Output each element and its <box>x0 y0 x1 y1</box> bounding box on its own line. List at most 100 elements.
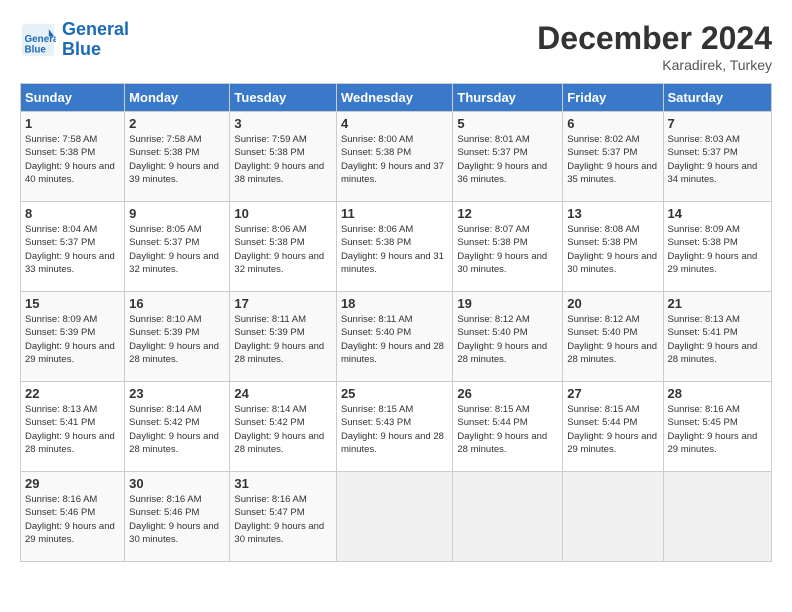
calendar-day-cell: 25Sunrise: 8:15 AMSunset: 5:43 PMDayligh… <box>336 382 452 472</box>
day-info: Sunrise: 8:02 AMSunset: 5:37 PMDaylight:… <box>567 133 658 186</box>
calendar-week-row: 8 Sunrise: 8:04 AMSunset: 5:37 PMDaylight… <box>21 202 772 292</box>
day-info: Sunrise: 8:11 AMSunset: 5:39 PMDaylight:… <box>234 313 332 366</box>
weekday-header-cell: Tuesday <box>230 84 337 112</box>
calendar-day-cell: 3 Sunrise: 7:59 AMSunset: 5:38 PMDaylight… <box>230 112 337 202</box>
calendar-day-cell: 14 Sunrise: 8:09 AMSunset: 5:38 PMDayligh… <box>663 202 771 292</box>
day-info: Sunrise: 8:05 AMSunset: 5:37 PMDaylight:… <box>129 223 225 276</box>
calendar-day-cell: 30 Sunrise: 8:16 AMSunset: 5:46 PMDayligh… <box>125 472 230 562</box>
day-info: Sunrise: 8:03 AMSunset: 5:37 PMDaylight:… <box>668 133 767 186</box>
weekday-header-row: SundayMondayTuesdayWednesdayThursdayFrid… <box>21 84 772 112</box>
calendar-day-cell: 23 Sunrise: 8:14 AMSunset: 5:42 PMDayligh… <box>125 382 230 472</box>
calendar-day-cell: 27 Sunrise: 8:15 AMSunset: 5:44 PMDayligh… <box>563 382 663 472</box>
logo-icon: General Blue <box>20 22 56 58</box>
day-info: Sunrise: 8:16 AMSunset: 5:47 PMDaylight:… <box>234 493 332 546</box>
day-number: 8 <box>25 206 120 221</box>
day-info: Sunrise: 7:58 AMSunset: 5:38 PMDaylight:… <box>129 133 225 186</box>
day-number: 22 <box>25 386 120 401</box>
day-info: Sunrise: 8:04 AMSunset: 5:37 PMDaylight:… <box>25 223 120 276</box>
day-number: 9 <box>129 206 225 221</box>
day-number: 21 <box>668 296 767 311</box>
day-number: 23 <box>129 386 225 401</box>
calendar-day-cell: 22 Sunrise: 8:13 AMSunset: 5:41 PMDayligh… <box>21 382 125 472</box>
day-number: 17 <box>234 296 332 311</box>
calendar-week-row: 1 Sunrise: 7:58 AMSunset: 5:38 PMDaylight… <box>21 112 772 202</box>
calendar-day-cell: 7 Sunrise: 8:03 AMSunset: 5:37 PMDaylight… <box>663 112 771 202</box>
day-number: 30 <box>129 476 225 491</box>
calendar-day-cell: 18 Sunrise: 8:11 AMSunset: 5:40 PMDayligh… <box>336 292 452 382</box>
day-number: 3 <box>234 116 332 131</box>
day-info: Sunrise: 8:11 AMSunset: 5:40 PMDaylight:… <box>341 313 448 366</box>
calendar-day-cell <box>336 472 452 562</box>
day-info: Sunrise: 8:16 AMSunset: 5:46 PMDaylight:… <box>25 493 120 546</box>
day-number: 20 <box>567 296 658 311</box>
day-info: Sunrise: 8:08 AMSunset: 5:38 PMDaylight:… <box>567 223 658 276</box>
day-info: Sunrise: 8:09 AMSunset: 5:38 PMDaylight:… <box>668 223 767 276</box>
calendar-day-cell: 26Sunrise: 8:15 AMSunset: 5:44 PMDayligh… <box>453 382 563 472</box>
day-number: 2 <box>129 116 225 131</box>
day-info: Sunrise: 8:16 AMSunset: 5:46 PMDaylight:… <box>129 493 225 546</box>
day-number: 14 <box>668 206 767 221</box>
calendar-week-row: 29 Sunrise: 8:16 AMSunset: 5:46 PMDayligh… <box>21 472 772 562</box>
day-number: 31 <box>234 476 332 491</box>
calendar-table: SundayMondayTuesdayWednesdayThursdayFrid… <box>20 83 772 562</box>
calendar-day-cell: 2 Sunrise: 7:58 AMSunset: 5:38 PMDaylight… <box>125 112 230 202</box>
calendar-day-cell: 9 Sunrise: 8:05 AMSunset: 5:37 PMDaylight… <box>125 202 230 292</box>
calendar-week-row: 15 Sunrise: 8:09 AMSunset: 5:39 PMDayligh… <box>21 292 772 382</box>
title-block: December 2024 Karadirek, Turkey <box>537 20 772 73</box>
day-number: 13 <box>567 206 658 221</box>
page-header: General Blue GeneralBlue December 2024 K… <box>20 20 772 73</box>
day-number: 18 <box>341 296 448 311</box>
day-number: 7 <box>668 116 767 131</box>
day-number: 24 <box>234 386 332 401</box>
day-info: Sunrise: 8:00 AMSunset: 5:38 PMDaylight:… <box>341 133 448 186</box>
day-number: 12 <box>457 206 558 221</box>
calendar-week-row: 22 Sunrise: 8:13 AMSunset: 5:41 PMDayligh… <box>21 382 772 472</box>
calendar-day-cell: 28Sunrise: 8:16 AMSunset: 5:45 PMDayligh… <box>663 382 771 472</box>
day-info: Sunrise: 8:14 AMSunset: 5:42 PMDaylight:… <box>129 403 225 456</box>
day-number: 27 <box>567 386 658 401</box>
svg-text:Blue: Blue <box>25 44 47 55</box>
day-number: 29 <box>25 476 120 491</box>
day-info: Sunrise: 8:06 AMSunset: 5:38 PMDaylight:… <box>234 223 332 276</box>
calendar-day-cell <box>663 472 771 562</box>
day-number: 10 <box>234 206 332 221</box>
day-info: Sunrise: 8:09 AMSunset: 5:39 PMDaylight:… <box>25 313 120 366</box>
weekday-header-cell: Wednesday <box>336 84 452 112</box>
calendar-day-cell <box>563 472 663 562</box>
day-info: Sunrise: 8:16 AMSunset: 5:45 PMDaylight:… <box>668 403 767 456</box>
day-info: Sunrise: 8:13 AMSunset: 5:41 PMDaylight:… <box>668 313 767 366</box>
day-number: 11 <box>341 206 448 221</box>
calendar-day-cell: 19Sunrise: 8:12 AMSunset: 5:40 PMDayligh… <box>453 292 563 382</box>
day-info: Sunrise: 8:14 AMSunset: 5:42 PMDaylight:… <box>234 403 332 456</box>
calendar-day-cell: 16Sunrise: 8:10 AMSunset: 5:39 PMDayligh… <box>125 292 230 382</box>
logo-text: GeneralBlue <box>62 20 129 60</box>
day-number: 15 <box>25 296 120 311</box>
day-info: Sunrise: 7:59 AMSunset: 5:38 PMDaylight:… <box>234 133 332 186</box>
calendar-day-cell: 5Sunrise: 8:01 AMSunset: 5:37 PMDaylight… <box>453 112 563 202</box>
day-info: Sunrise: 8:15 AMSunset: 5:44 PMDaylight:… <box>457 403 558 456</box>
calendar-day-cell: 24 Sunrise: 8:14 AMSunset: 5:42 PMDayligh… <box>230 382 337 472</box>
calendar-day-cell: 20Sunrise: 8:12 AMSunset: 5:40 PMDayligh… <box>563 292 663 382</box>
calendar-day-cell: 1Sunrise: 7:58 AMSunset: 5:38 PMDaylight… <box>21 112 125 202</box>
calendar-day-cell: 13 Sunrise: 8:08 AMSunset: 5:38 PMDayligh… <box>563 202 663 292</box>
calendar-day-cell: 8 Sunrise: 8:04 AMSunset: 5:37 PMDaylight… <box>21 202 125 292</box>
location-title: Karadirek, Turkey <box>537 57 772 73</box>
calendar-day-cell: 17 Sunrise: 8:11 AMSunset: 5:39 PMDayligh… <box>230 292 337 382</box>
calendar-day-cell: 15 Sunrise: 8:09 AMSunset: 5:39 PMDayligh… <box>21 292 125 382</box>
weekday-header-cell: Thursday <box>453 84 563 112</box>
weekday-header-cell: Friday <box>563 84 663 112</box>
day-info: Sunrise: 8:12 AMSunset: 5:40 PMDaylight:… <box>457 313 558 366</box>
calendar-day-cell: 4Sunrise: 8:00 AMSunset: 5:38 PMDaylight… <box>336 112 452 202</box>
calendar-day-cell <box>453 472 563 562</box>
calendar-day-cell: 21 Sunrise: 8:13 AMSunset: 5:41 PMDayligh… <box>663 292 771 382</box>
weekday-header-cell: Monday <box>125 84 230 112</box>
day-info: Sunrise: 8:15 AMSunset: 5:43 PMDaylight:… <box>341 403 448 456</box>
day-info: Sunrise: 8:13 AMSunset: 5:41 PMDaylight:… <box>25 403 120 456</box>
calendar-day-cell: 29 Sunrise: 8:16 AMSunset: 5:46 PMDayligh… <box>21 472 125 562</box>
day-info: Sunrise: 8:15 AMSunset: 5:44 PMDaylight:… <box>567 403 658 456</box>
calendar-day-cell: 31 Sunrise: 8:16 AMSunset: 5:47 PMDayligh… <box>230 472 337 562</box>
day-number: 1 <box>25 116 120 131</box>
calendar-day-cell: 10 Sunrise: 8:06 AMSunset: 5:38 PMDayligh… <box>230 202 337 292</box>
day-info: Sunrise: 8:10 AMSunset: 5:39 PMDaylight:… <box>129 313 225 366</box>
weekday-header-cell: Saturday <box>663 84 771 112</box>
